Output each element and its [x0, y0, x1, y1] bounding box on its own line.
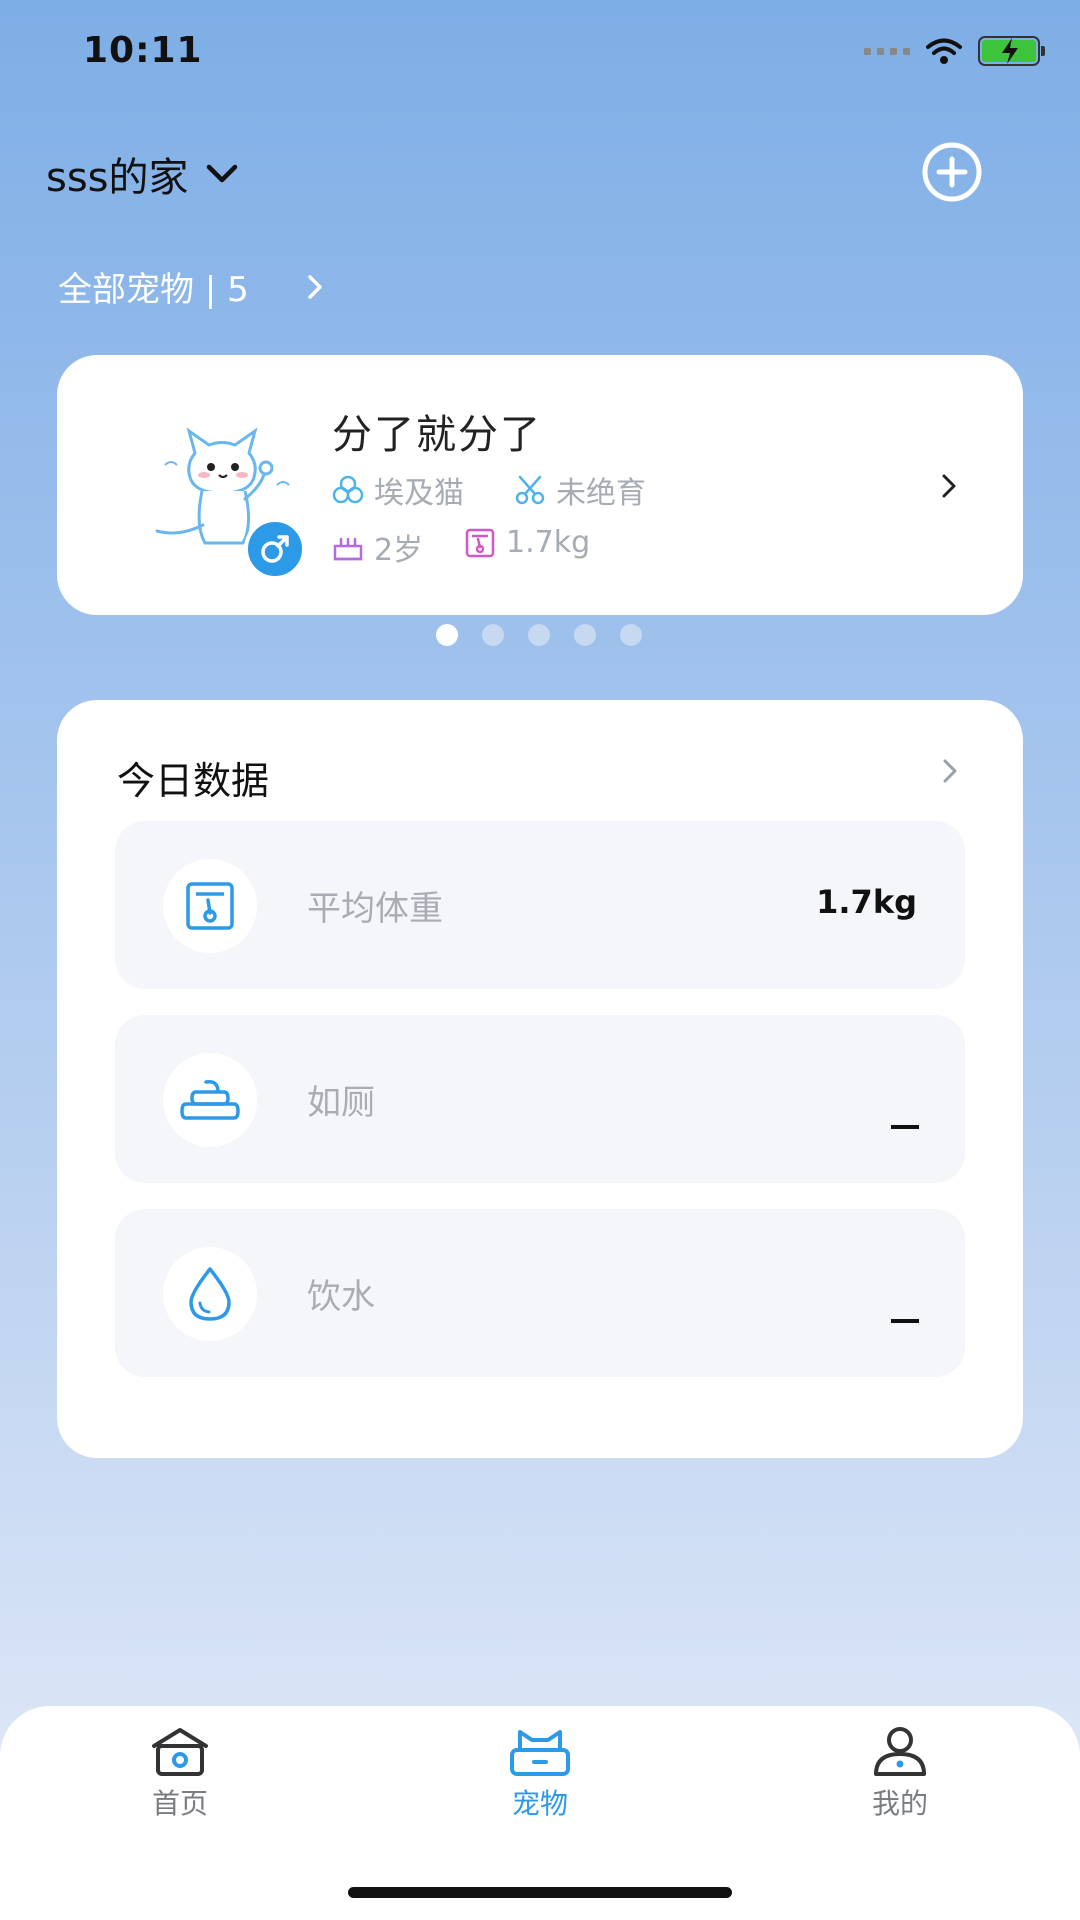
weight-value: 1.7kg [816, 883, 917, 921]
toilet-label: 如厕 [307, 1083, 375, 1123]
pet-icon [510, 1730, 570, 1776]
toilet-row[interactable]: 如厕 [115, 1015, 965, 1183]
home-name-label: sss的家 [46, 155, 189, 201]
pager-dot[interactable] [436, 624, 458, 646]
chevron-right-icon [942, 474, 956, 498]
pet-neuter-tag: 未绝育 [514, 468, 646, 512]
pet-breed: 埃及猫 [374, 476, 464, 511]
pet-neuter-status: 未绝育 [556, 476, 646, 511]
pet-pager[interactable] [436, 624, 642, 646]
pet-weight-tag: 1.7kg [464, 525, 590, 560]
tab-home-label: 首页 [151, 1787, 208, 1820]
home-indicator [348, 1887, 732, 1898]
pet-age: 2岁 [374, 533, 424, 568]
water-row[interactable]: 饮水 [115, 1209, 965, 1377]
male-icon [244, 518, 306, 580]
water-drop-icon [163, 1247, 257, 1341]
pet-name: 分了就分了 [332, 412, 542, 458]
status-time: 10:11 [83, 30, 203, 71]
weight-row[interactable]: 平均体重 1.7kg [115, 821, 965, 989]
all-pets-link[interactable]: 全部宠物 | 5 [58, 262, 325, 311]
today-data-card: 今日数据 平均体重 1.7kg 如厕 饮水 [57, 700, 1023, 1458]
screen: 10:11 sss的家 全部宠物 | 5 分了就分了 埃及猫 未绝育 2岁 1.… [0, 0, 1080, 1920]
scale-icon [163, 859, 257, 953]
pager-dot[interactable] [482, 624, 504, 646]
profile-icon [874, 1727, 926, 1776]
today-data-title: 今日数据 [117, 759, 270, 803]
pager-dot[interactable] [620, 624, 642, 646]
plus-circle-icon[interactable] [920, 140, 984, 204]
tab-home[interactable]: 首页 [100, 1726, 260, 1822]
tab-mine-label: 我的 [871, 1787, 928, 1820]
water-label: 饮水 [307, 1277, 375, 1317]
breed-icon [332, 475, 364, 504]
empty-value-dash [891, 1319, 919, 1323]
pager-dot[interactable] [574, 624, 596, 646]
cellular-signal-icon [864, 47, 910, 55]
home-icon [152, 1728, 208, 1776]
pet-breed-tag: 埃及猫 [332, 468, 464, 512]
tab-pet-label: 宠物 [511, 1787, 568, 1820]
scale-icon [465, 528, 495, 557]
tab-pet[interactable]: 宠物 [460, 1726, 620, 1822]
pager-dot[interactable] [528, 624, 550, 646]
poop-icon [163, 1053, 257, 1147]
chevron-down-icon [206, 164, 237, 183]
weight-label: 平均体重 [307, 889, 443, 929]
home-selector[interactable]: sss的家 [46, 145, 239, 203]
status-icons [864, 36, 1045, 66]
all-pets-label: 全部宠物 | 5 [58, 270, 249, 310]
battery-icon [978, 36, 1045, 66]
birthday-cake-icon [333, 537, 363, 561]
scissors-icon [515, 475, 545, 505]
wifi-icon [926, 38, 962, 64]
pet-card[interactable]: 分了就分了 埃及猫 未绝育 2岁 1.7kg [57, 355, 1023, 615]
empty-value-dash [891, 1125, 919, 1129]
pet-weight: 1.7kg [506, 525, 591, 560]
chevron-right-icon [307, 274, 322, 299]
chevron-right-icon[interactable] [939, 756, 961, 786]
pet-age-tag: 2岁 [332, 525, 423, 569]
tab-mine[interactable]: 我的 [820, 1726, 980, 1822]
